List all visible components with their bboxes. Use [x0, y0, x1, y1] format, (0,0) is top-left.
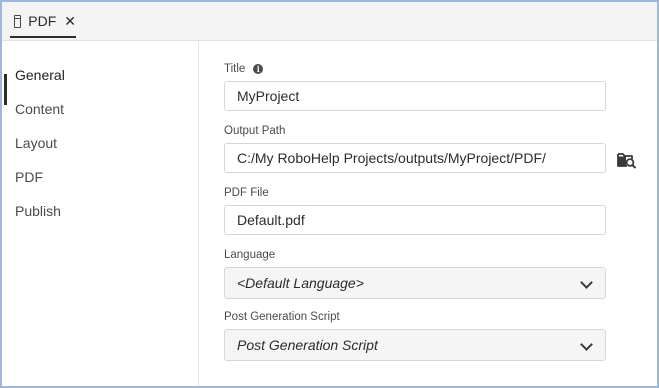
sidebar-item-general[interactable]: General — [2, 58, 198, 105]
info-icon[interactable]: i — [253, 64, 264, 74]
folder-search-icon[interactable] — [617, 151, 637, 169]
sidebar-item-label: General — [15, 67, 65, 83]
close-icon[interactable]: ✕ — [64, 14, 76, 28]
output-path-input[interactable]: C:/My RoboHelp Projects/outputs/MyProjec… — [224, 143, 606, 173]
sidebar-item-pdf[interactable]: PDF — [2, 160, 198, 194]
sidebar-item-label: PDF — [15, 169, 43, 185]
chevron-down-icon — [580, 338, 593, 351]
tab-pdf[interactable]: PDF ✕ — [10, 6, 76, 38]
chevron-down-icon — [580, 276, 593, 289]
sidebar-item-label: Publish — [15, 203, 61, 219]
tab-label: PDF — [28, 13, 57, 29]
sidebar-item-label: Layout — [15, 135, 58, 151]
title-input[interactable]: MyProject — [224, 81, 606, 111]
settings-sidebar: General Content Layout PDF Publish — [2, 41, 199, 386]
pdf-file-input[interactable]: Default.pdf — [224, 205, 606, 235]
language-select[interactable]: <Default Language> — [224, 267, 606, 299]
language-label: Language — [224, 249, 276, 261]
output-path-value: C:/My RoboHelp Projects/outputs/MyProjec… — [237, 150, 546, 166]
sidebar-item-label: Content — [15, 101, 65, 117]
pdf-file-value: Default.pdf — [237, 212, 305, 228]
post-generation-script-select[interactable]: Post Generation Script — [224, 329, 606, 361]
script-value: Post Generation Script — [237, 337, 378, 353]
general-settings-form: Title i MyProject Output Path C:/My Robo… — [199, 41, 657, 386]
language-value: <Default Language> — [237, 275, 364, 291]
tab-bar: PDF ✕ — [2, 2, 657, 41]
sidebar-item-layout[interactable]: Layout — [2, 126, 198, 160]
window-icon — [14, 14, 22, 28]
title-input-value: MyProject — [237, 88, 300, 104]
title-label: Title — [224, 63, 246, 75]
output-path-label: Output Path — [224, 125, 286, 137]
script-label: Post Generation Script — [224, 311, 340, 323]
pdf-output-preset-panel: PDF ✕ General Content Layout PDF Publish… — [0, 0, 659, 388]
sidebar-item-content[interactable]: Content — [2, 92, 198, 126]
title-label-row: Title i — [224, 63, 264, 75]
pdf-file-label: PDF File — [224, 187, 269, 199]
sidebar-item-publish[interactable]: Publish — [2, 194, 198, 228]
